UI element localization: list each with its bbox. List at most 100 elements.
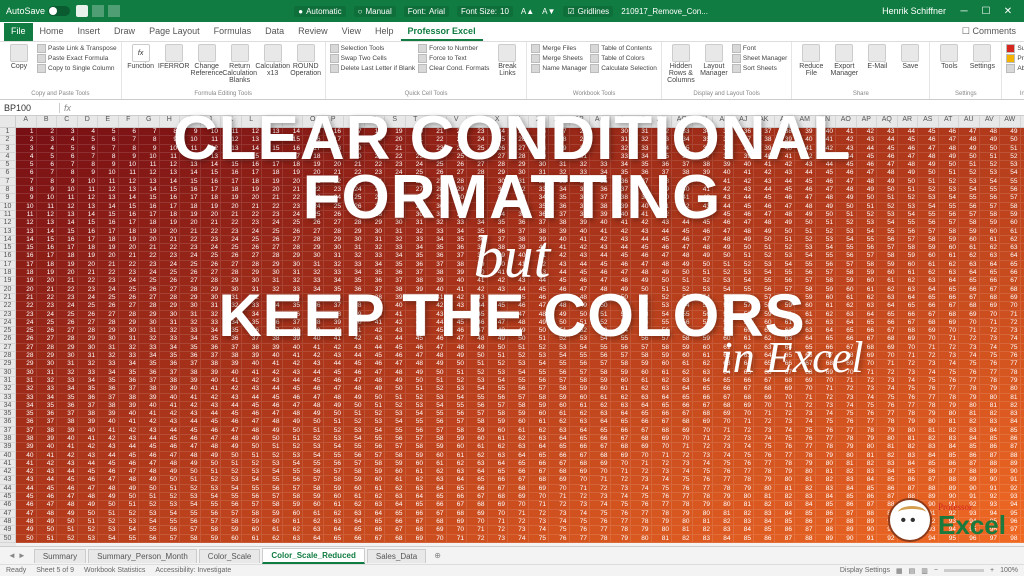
- cell[interactable]: 80: [795, 468, 816, 476]
- cell[interactable]: 51: [98, 510, 119, 518]
- cell[interactable]: 47: [406, 352, 427, 360]
- cell[interactable]: 43: [590, 244, 611, 252]
- round-button[interactable]: ROUND Operation: [291, 44, 321, 77]
- cell[interactable]: 55: [201, 501, 222, 509]
- cell[interactable]: 43: [283, 369, 304, 377]
- cell[interactable]: 56: [570, 360, 591, 368]
- cell[interactable]: 53: [836, 228, 857, 236]
- cell[interactable]: 21: [283, 186, 304, 194]
- cell[interactable]: 80: [1021, 377, 1024, 385]
- cell[interactable]: 64: [836, 319, 857, 327]
- formula-input[interactable]: fx: [60, 103, 1024, 113]
- cell[interactable]: 65: [898, 302, 919, 310]
- cell[interactable]: 33: [447, 219, 468, 227]
- toggle-switch-icon[interactable]: [48, 6, 70, 16]
- row-header[interactable]: 27: [0, 344, 16, 352]
- cell[interactable]: 24: [488, 128, 509, 136]
- cell[interactable]: 40: [242, 360, 263, 368]
- cell[interactable]: 40: [529, 244, 550, 252]
- cell[interactable]: 37: [570, 203, 591, 211]
- cell[interactable]: 59: [734, 319, 755, 327]
- cell[interactable]: 49: [939, 153, 960, 161]
- cell[interactable]: 2: [16, 136, 37, 144]
- cell[interactable]: 55: [488, 385, 509, 393]
- cell[interactable]: 71: [488, 518, 509, 526]
- column-header[interactable]: AW: [1000, 116, 1021, 127]
- cell[interactable]: 36: [139, 369, 160, 377]
- cell[interactable]: 43: [180, 410, 201, 418]
- cell[interactable]: 77: [939, 385, 960, 393]
- cell[interactable]: 64: [447, 476, 468, 484]
- cell[interactable]: 55: [611, 335, 632, 343]
- cell[interactable]: 21: [37, 286, 58, 294]
- cell[interactable]: 60: [262, 518, 283, 526]
- cell[interactable]: 44: [365, 344, 386, 352]
- cell[interactable]: 46: [529, 294, 550, 302]
- cell[interactable]: 50: [754, 236, 775, 244]
- column-header[interactable]: A: [16, 116, 37, 127]
- cell[interactable]: 50: [119, 493, 140, 501]
- cell[interactable]: 70: [488, 510, 509, 518]
- cell[interactable]: 36: [16, 418, 37, 426]
- cell[interactable]: 67: [816, 352, 837, 360]
- cell[interactable]: 23: [180, 244, 201, 252]
- cell[interactable]: 76: [549, 535, 570, 543]
- cell[interactable]: 57: [652, 335, 673, 343]
- cell[interactable]: 45: [693, 219, 714, 227]
- cell[interactable]: 85: [939, 452, 960, 460]
- cell[interactable]: 36: [365, 277, 386, 285]
- column-header[interactable]: B: [37, 116, 58, 127]
- cell[interactable]: 44: [180, 418, 201, 426]
- cell[interactable]: 54: [283, 460, 304, 468]
- cell[interactable]: 39: [426, 277, 447, 285]
- cell[interactable]: 57: [754, 294, 775, 302]
- cell[interactable]: 50: [939, 161, 960, 169]
- cell[interactable]: 45: [918, 128, 939, 136]
- cell[interactable]: 48: [836, 186, 857, 194]
- cell[interactable]: 35: [303, 294, 324, 302]
- cell[interactable]: 50: [283, 427, 304, 435]
- cell[interactable]: 71: [877, 360, 898, 368]
- cell[interactable]: 64: [898, 294, 919, 302]
- cell[interactable]: 49: [775, 219, 796, 227]
- cell[interactable]: 69: [775, 385, 796, 393]
- cell[interactable]: 33: [426, 228, 447, 236]
- cell[interactable]: 41: [139, 410, 160, 418]
- cell[interactable]: 18: [16, 269, 37, 277]
- cell[interactable]: 34: [549, 186, 570, 194]
- cell[interactable]: 53: [898, 203, 919, 211]
- cell[interactable]: 29: [303, 244, 324, 252]
- cell[interactable]: 36: [303, 302, 324, 310]
- cell[interactable]: 47: [795, 194, 816, 202]
- cell[interactable]: 54: [775, 261, 796, 269]
- cell[interactable]: 67: [713, 394, 734, 402]
- cell[interactable]: 61: [836, 294, 857, 302]
- cell[interactable]: 33: [508, 194, 529, 202]
- cell[interactable]: 27: [119, 302, 140, 310]
- cell[interactable]: 64: [734, 360, 755, 368]
- cell[interactable]: 64: [795, 335, 816, 343]
- row-header[interactable]: 15: [0, 244, 16, 252]
- cell[interactable]: 56: [1000, 186, 1021, 194]
- cell[interactable]: 42: [734, 178, 755, 186]
- cell[interactable]: 68: [959, 302, 980, 310]
- cell[interactable]: 50: [898, 178, 919, 186]
- cell[interactable]: 66: [549, 452, 570, 460]
- cell[interactable]: 82: [734, 510, 755, 518]
- cell[interactable]: 33: [549, 178, 570, 186]
- row-header[interactable]: 19: [0, 277, 16, 285]
- cell[interactable]: 75: [939, 369, 960, 377]
- cell[interactable]: 75: [652, 485, 673, 493]
- cell[interactable]: 56: [631, 335, 652, 343]
- sheet-tab-spm[interactable]: Summary_Person_Month: [88, 549, 197, 563]
- cell[interactable]: 42: [242, 377, 263, 385]
- cell[interactable]: 51: [939, 169, 960, 177]
- cell[interactable]: 69: [980, 302, 1001, 310]
- cell[interactable]: 62: [262, 535, 283, 543]
- cell[interactable]: 62: [1021, 228, 1024, 236]
- tab-draw[interactable]: Draw: [107, 23, 142, 41]
- cell[interactable]: 73: [775, 418, 796, 426]
- cell[interactable]: 13: [242, 136, 263, 144]
- cell[interactable]: 50: [775, 228, 796, 236]
- cell[interactable]: 75: [959, 360, 980, 368]
